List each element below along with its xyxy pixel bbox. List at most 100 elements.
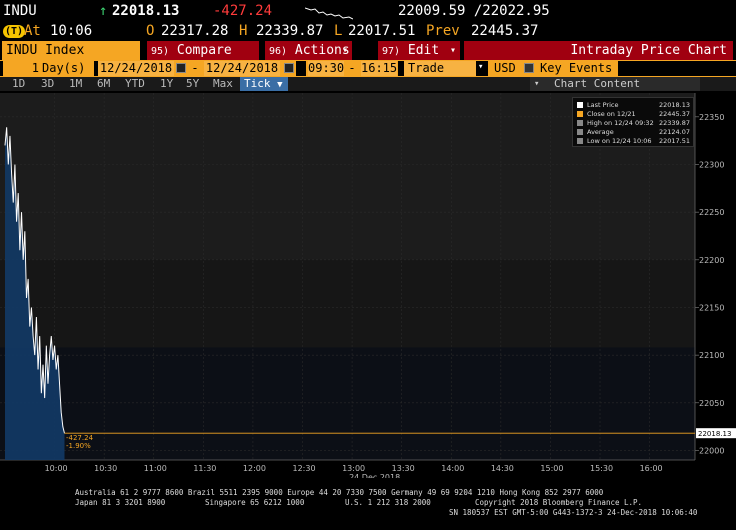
y-tick-label: 22100 <box>699 351 724 360</box>
period-6m[interactable]: 6M <box>97 77 110 91</box>
start-date-field[interactable]: 12/24/2018 <box>98 61 174 76</box>
x-tick-label: 11:00 <box>144 464 167 473</box>
x-tick-label: 11:30 <box>193 464 216 473</box>
period-unit-select[interactable]: Day(s) <box>42 61 94 76</box>
change-annotation: -427.24 <box>66 434 94 442</box>
y-tick-label: 22200 <box>699 256 724 265</box>
y-tick-label: 22300 <box>699 160 724 169</box>
open-label: O <box>146 23 155 39</box>
x-tick-label: 13:30 <box>392 464 415 473</box>
chevron-down-icon: ▾ <box>449 45 456 56</box>
footer-singapore: Singapore 65 6212 1000 <box>205 498 305 507</box>
legend-label: Average <box>587 128 614 136</box>
legend-label: Close on 12/21 <box>587 110 636 118</box>
legend-value: 22445.37 <box>658 110 690 118</box>
currency-field[interactable]: USD <box>492 61 520 76</box>
x-tick-label: 15:00 <box>540 464 563 473</box>
chevron-down-icon: ▾ <box>341 45 348 56</box>
legend-swatch <box>577 120 583 126</box>
y-tick-label: 22150 <box>699 303 724 312</box>
security-field[interactable]: INDU Index <box>2 41 140 60</box>
period-5y[interactable]: 5Y <box>186 77 199 91</box>
chart-legend[interactable]: Last Price 22018.13 Close on 12/21 22445.37… <box>572 97 694 147</box>
period-1m[interactable]: 1M <box>69 77 82 91</box>
prev-value: 22445.37 <box>471 23 539 39</box>
y-tick-label: 22000 <box>699 446 724 455</box>
legend-label: High on 12/24 09:32 <box>587 119 654 127</box>
start-time-field[interactable]: 09:30 <box>308 61 344 76</box>
low-label: L <box>334 23 343 39</box>
plot-band-lower <box>0 347 695 460</box>
calendar-icon[interactable] <box>176 63 186 73</box>
footer-contacts: Australia 61 2 9777 8600 Brazil 5511 239… <box>75 488 604 497</box>
quote-time: 10:06 <box>50 23 93 39</box>
chart-content-button[interactable]: ▾ Chart Content <box>530 77 700 91</box>
uptick-arrow-icon: ↑ <box>99 3 108 19</box>
legend-item[interactable]: Last Price 22018.13 <box>587 101 690 109</box>
period-bar: 1D 3D 1M 6M YTD 1Y 5Y Max Tick ▼ ▾ Chart… <box>0 77 736 91</box>
footer-session: SN 180537 EST GMT-5:00 G443-1372-3 24-De… <box>449 508 698 517</box>
period-1d[interactable]: 1D <box>12 77 25 91</box>
legend-swatch <box>577 111 583 117</box>
high-label: H <box>239 23 248 39</box>
realtime-badge-icon: (T) <box>3 25 26 38</box>
period-1y[interactable]: 1Y <box>160 77 173 91</box>
toolbar: INDU Index 95) Compare 96) Actions ▾ 97)… <box>0 41 736 60</box>
y-tick-label: 22350 <box>699 113 724 122</box>
legend-swatch <box>577 129 583 135</box>
net-change: -427.24 <box>213 3 273 19</box>
date-separator: - <box>188 61 202 76</box>
legend-swatch <box>577 138 583 144</box>
chevron-down-icon: ▼ <box>277 80 283 90</box>
x-tick-label: 12:00 <box>243 464 266 473</box>
last-price: 22018.13 <box>112 3 180 19</box>
x-tick-label: 14:00 <box>441 464 464 473</box>
actions-button[interactable]: 96) Actions ▾ <box>265 41 352 60</box>
period-3d[interactable]: 3D <box>41 77 54 91</box>
last-price-tag-label: 22018.13 <box>698 430 731 438</box>
sparkline-icon <box>305 7 353 20</box>
end-time-field[interactable]: 16:15 <box>361 61 397 76</box>
footer-copyright: Copyright 2018 Bloomberg Finance L.P. <box>475 498 643 507</box>
period-count-field[interactable]: 1 <box>3 61 42 76</box>
low-value: 22017.51 <box>348 23 416 39</box>
x-tick-label: 16:00 <box>640 464 663 473</box>
at-label: At <box>24 23 41 39</box>
legend-value: 22017.51 <box>658 137 690 145</box>
bid-ask: 22009.59 /22022.95 <box>398 3 550 19</box>
prev-label: Prev <box>426 23 460 39</box>
open-value: 22317.28 <box>161 23 229 39</box>
legend-label: Last Price <box>587 101 619 109</box>
chevron-down-icon: ▾ <box>478 62 484 72</box>
x-tick-label: 10:00 <box>45 464 68 473</box>
y-tick-label: 22250 <box>699 208 724 217</box>
legend-value: 22124.07 <box>658 128 690 136</box>
legend-value: 22018.13 <box>658 101 690 109</box>
pct-annotation: -1.90% <box>66 442 91 450</box>
edit-button[interactable]: 97) Edit ▾ <box>378 41 460 60</box>
footer-japan: Japan 81 3 3201 8900 <box>75 498 166 507</box>
x-tick-label: 13:00 <box>342 464 365 473</box>
high-value: 22339.87 <box>256 23 324 39</box>
x-tick-label: 15:30 <box>590 464 613 473</box>
key-events-checkbox[interactable] <box>524 63 534 73</box>
legend-swatch <box>577 102 583 108</box>
legend-item[interactable]: Close on 12/21 22445.37 <box>587 110 690 118</box>
price-chart[interactable]: 22000 22050 22100 22150 22200 22250 22300 22350… <box>0 93 736 478</box>
compare-button[interactable]: 95) Compare <box>147 41 259 60</box>
legend-item[interactable]: High on 12/24 09:32 22339.87 <box>587 119 690 127</box>
end-date-field[interactable]: 12/24/2018 <box>204 61 280 76</box>
mode-select[interactable]: Trade <box>404 61 476 76</box>
chart-title: Intraday Price Chart <box>464 41 733 60</box>
settings-bar: 1 Day(s) 12/24/2018 - 12/24/2018 09:30 -… <box>0 60 736 77</box>
period-max[interactable]: Max <box>213 77 233 91</box>
y-tick-label: 22050 <box>699 399 724 408</box>
footer-us: U.S. 1 212 318 2000 <box>345 498 431 507</box>
calendar-icon[interactable] <box>284 63 294 73</box>
legend-item[interactable]: Average 22124.07 <box>587 128 690 136</box>
x-tick-label: 12:30 <box>293 464 316 473</box>
period-ytd[interactable]: YTD <box>125 77 145 91</box>
frequency-select[interactable]: Tick ▼ <box>240 77 288 91</box>
legend-item[interactable]: Low on 12/24 10:06 22017.51 <box>587 137 690 145</box>
x-tick-label: 10:30 <box>94 464 117 473</box>
